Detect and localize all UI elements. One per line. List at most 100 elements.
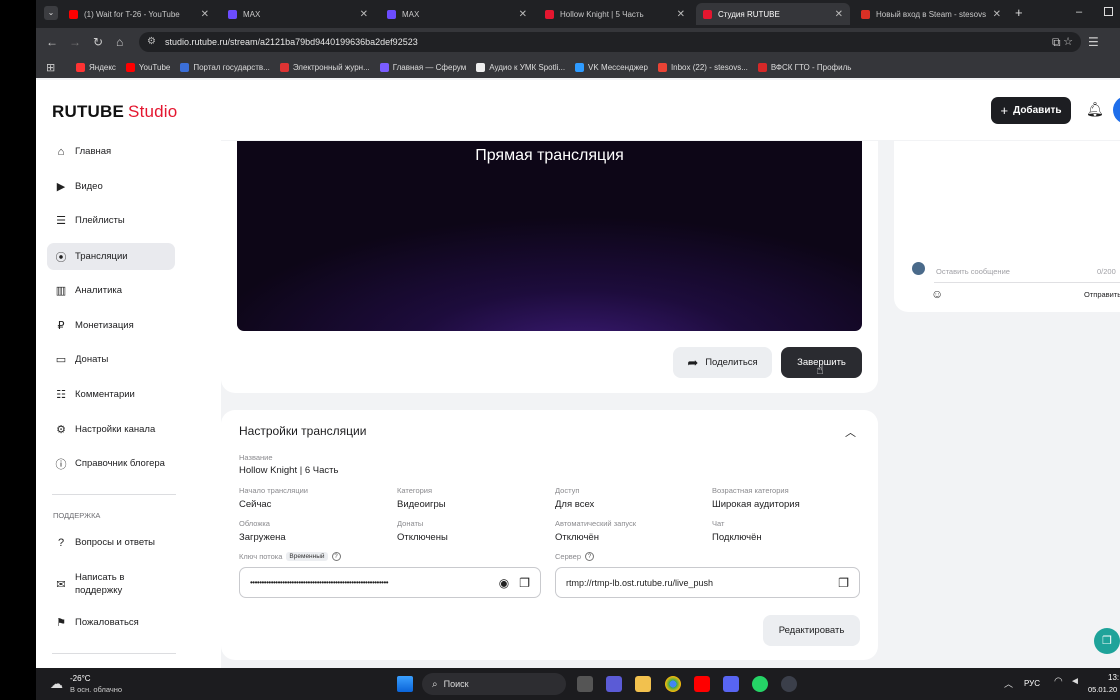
whatsapp-icon[interactable] <box>752 676 768 692</box>
floating-help-button[interactable]: ❐ <box>1094 628 1120 654</box>
tab-search-icon[interactable]: ⌄ <box>44 6 58 20</box>
chevron-up-icon[interactable]: ︿ <box>845 424 856 440</box>
browser-tab-active[interactable]: Студия RUTUBE ✕ <box>696 3 850 25</box>
edit-button[interactable]: Редактировать <box>763 615 860 646</box>
back-icon[interactable]: ← <box>46 34 58 50</box>
weather-temp[interactable]: -26°C <box>70 674 91 683</box>
minimize-icon[interactable]: – <box>1076 6 1082 18</box>
share-icon: ➦ <box>687 354 699 370</box>
close-icon[interactable]: ✕ <box>201 9 209 20</box>
bookmark-item[interactable]: Яндекс <box>76 62 116 72</box>
chat-input[interactable]: Оставить сообщение <box>936 267 1010 276</box>
sidebar-item-blogger-guide[interactable]: ⓘ Справочник блогера <box>47 450 175 477</box>
maximize-icon[interactable] <box>1104 7 1113 16</box>
file-explorer-icon[interactable] <box>635 676 651 692</box>
sidebar-item-video[interactable]: ▶ Видео <box>47 173 175 200</box>
sidebar-item-analytics[interactable]: ▥ Аналитика <box>47 277 175 304</box>
windows-start-icon[interactable] <box>397 676 413 692</box>
bookmark-item[interactable]: Главная — Сферум <box>379 62 466 72</box>
extensions-icon[interactable]: ⧉ <box>1052 34 1061 50</box>
discord-icon[interactable] <box>723 676 739 692</box>
stream-key-field[interactable]: ••••••••••••••••••••••••••••••••••••••••… <box>239 567 541 598</box>
field-label: Обложка <box>239 519 270 528</box>
bookmark-item[interactable]: ВФСК ГТО - Профиль <box>757 62 851 72</box>
taskbar-search[interactable]: ⌕ Поиск <box>422 673 566 695</box>
browser-tab[interactable]: Новый вход в Steam - stesovs ✕ <box>854 3 1008 25</box>
browser-tab[interactable]: MAX ✕ <box>380 3 534 25</box>
wifi-icon[interactable]: ◠ <box>1054 676 1063 687</box>
emoji-icon[interactable]: ☺ <box>931 287 943 301</box>
chat-card: Оставить сообщение 0/200 ☺ Отправить <box>894 141 1120 312</box>
broadcast-icon: ⦿ <box>55 251 67 264</box>
apps-grid-icon[interactable]: ⊞ <box>46 61 55 74</box>
avatar[interactable] <box>1113 96 1120 124</box>
sidebar-item-report[interactable]: ⚑ Пожаловаться <box>47 609 175 636</box>
field-value: Hollow Knight | 6 Часть <box>239 465 339 476</box>
sidebar-item-comments[interactable]: ☷ Комментарии <box>47 381 175 408</box>
sidebar-item-broadcasts[interactable]: ⦿ Трансляции <box>47 243 175 270</box>
logo-sub-text: Studio <box>128 102 178 121</box>
tab-title: Новый вход в Steam - stesovs <box>876 9 987 19</box>
close-icon[interactable]: ✕ <box>993 9 1001 20</box>
close-icon[interactable]: ✕ <box>835 9 843 20</box>
sidebar-item-donations[interactable]: ▭ Донаты <box>47 346 175 373</box>
field-label: Автоматический запуск <box>555 519 637 528</box>
share-button[interactable]: ➦ Поделиться <box>673 347 772 378</box>
question-icon: ? <box>57 536 65 549</box>
copy-icon[interactable]: ❐ <box>838 576 849 590</box>
browser-tab[interactable]: Hollow Knight | 5 Часть ✕ <box>538 3 692 25</box>
bookmark-star-icon[interactable]: ☆ <box>1063 35 1073 48</box>
bookmark-label: Электронный журн... <box>292 62 370 72</box>
sidebar-item-label: Аналитика <box>75 285 123 296</box>
send-button[interactable]: Отправить <box>1084 290 1120 299</box>
youtube-icon[interactable] <box>694 676 710 692</box>
add-button[interactable]: + Добавить <box>991 97 1071 124</box>
language-indicator[interactable]: РУС <box>1024 679 1040 688</box>
chrome-icon[interactable] <box>665 676 681 692</box>
video-preview[interactable]: Прямая трансляция <box>237 141 862 331</box>
bookmark-item[interactable]: Inbox (22) - stesovs... <box>657 62 748 72</box>
sidebar-item-faq[interactable]: ? Вопросы и ответы <box>47 529 175 556</box>
sidebar-item-home[interactable]: ⌂ Главная <box>47 138 175 165</box>
steam-icon[interactable] <box>781 676 797 692</box>
bookmark-item[interactable]: YouTube <box>125 62 170 72</box>
task-view-icon[interactable] <box>577 676 593 692</box>
sidebar-item-write-support[interactable]: ✉ Написать в поддержку <box>47 568 175 600</box>
new-tab-icon[interactable]: + <box>1015 5 1023 20</box>
tray-chevron-icon[interactable]: ︿ <box>1004 677 1013 690</box>
bookmark-item[interactable]: Портал государств... <box>180 62 270 72</box>
address-bar[interactable]: ⚙ studio.rutube.ru/stream/a2121ba79bd944… <box>139 32 1081 52</box>
close-icon[interactable]: ✕ <box>360 9 368 20</box>
meet-icon[interactable] <box>606 676 622 692</box>
bookmark-item[interactable]: Электронный журн... <box>279 62 370 72</box>
sidebar-item-playlists[interactable]: ☰ Плейлисты <box>47 207 175 234</box>
url-text: studio.rutube.ru/stream/a2121ba79bd94401… <box>165 37 418 47</box>
help-icon[interactable]: ? <box>585 552 595 561</box>
rutube-studio-logo[interactable]: RUTUBE Studio <box>52 102 177 122</box>
reload-icon[interactable]: ↻ <box>93 34 103 50</box>
support-section-title: ПОДДЕРЖКА <box>53 511 101 520</box>
server-field[interactable]: rtmp://rtmp-lb.ost.rutube.ru/live_push ❐ <box>555 567 860 598</box>
eye-icon[interactable]: ◉ <box>499 576 509 590</box>
reading-list-icon[interactable]: ☰ <box>1088 34 1099 50</box>
site-info-icon[interactable]: ⚙ <box>147 36 156 47</box>
help-icon[interactable]: ? <box>331 552 341 561</box>
sidebar-item-label: Главная <box>75 146 112 157</box>
copy-icon[interactable]: ❐ <box>519 576 530 590</box>
forward-icon[interactable]: → <box>69 34 81 50</box>
browser-tab[interactable]: (1) Wait for T-26 - YouTube ✕ <box>62 3 216 25</box>
close-icon[interactable]: ✕ <box>677 9 685 20</box>
sidebar-item-channel-settings[interactable]: ⚙ Настройки канала <box>47 416 175 443</box>
sidebar-item-label: Трансляции <box>75 251 128 262</box>
speaker-icon[interactable]: ◄ <box>1070 676 1080 687</box>
field-value: Подключён <box>712 532 762 543</box>
close-icon[interactable]: ✕ <box>519 9 527 20</box>
stream-key-label: Ключ потока Временный ? <box>239 552 341 561</box>
sidebar-item-monetization[interactable]: ₽ Монетизация <box>47 312 175 339</box>
clock-time[interactable]: 13: <box>1108 673 1119 682</box>
bookmark-item[interactable]: Аудио к УМК Spotli... <box>476 62 565 72</box>
browser-tab[interactable]: MAX ✕ <box>221 3 375 25</box>
home-icon[interactable]: ⌂ <box>116 34 123 50</box>
bookmark-item[interactable]: VK Мессенджер <box>575 62 648 72</box>
bell-icon[interactable]: 🔔︎ <box>1086 101 1104 118</box>
